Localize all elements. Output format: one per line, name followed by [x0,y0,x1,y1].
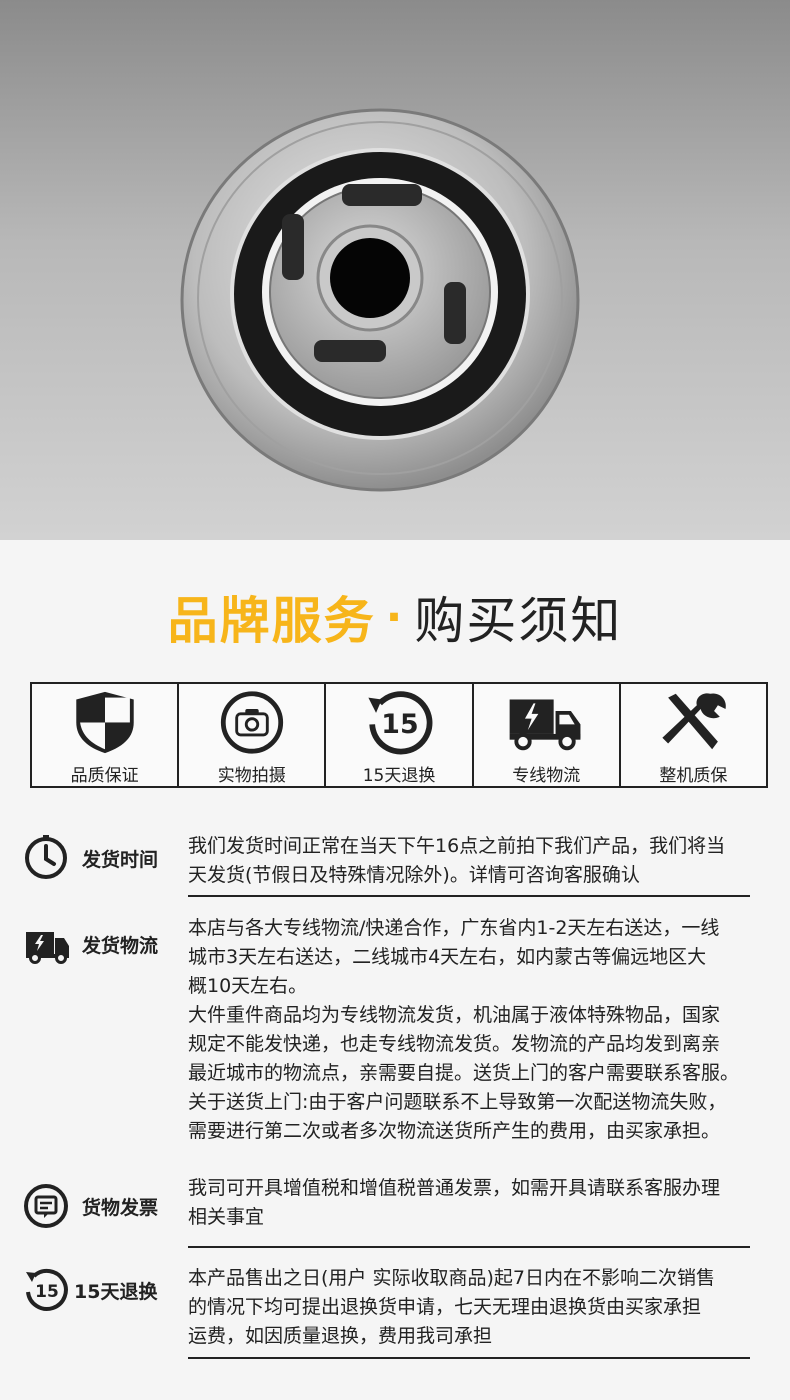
clock-icon [25,835,67,879]
title-normal: 购买须知 [414,592,623,650]
title-separator: · [385,591,405,643]
row-label: 15天退换 [74,1280,158,1303]
service-grid: 品质保证 实物拍摄 15 15天退换 专线物流 整机质保 [30,682,768,788]
row-label: 发货物流 [82,934,159,957]
service-label: 整机质保 [659,766,728,786]
row-text: 我们发货时间正常在当天下午16点之前拍下我们产品，我们将当 天发货(节假日及特殊… [188,832,752,890]
truck-icon [509,699,581,751]
service-quality: 品质保证 [32,684,180,786]
service-photo: 实物拍摄 [179,684,327,786]
text-line: 大件重件商品均为专线物流发货，机油属于液体特殊物品，国家 [188,1004,721,1026]
text-line: 规定不能发快递，也走专线物流发货。发物流的产品均发到离亲 [188,1033,721,1055]
row-divider [188,1357,750,1359]
text-line: 需要进行第二次或者多次物流送货所产生的费用，由买家承担。 [188,1120,721,1142]
product-photo [0,0,790,540]
row-divider [188,1246,750,1248]
text-line: 我们发货时间正常在当天下午16点之前拍下我们产品，我们将当 [188,835,726,857]
text-line: 本店与各大专线物流/快递合作，广东省内1-2天左右送达，一线 [188,917,720,939]
tools-icon [662,693,727,750]
service-label: 实物拍摄 [217,766,286,786]
service-logistics: 专线物流 [474,684,621,786]
invoice-icon [24,1184,68,1228]
shield-icon [75,691,134,754]
service-label: 15天退换 [362,766,436,786]
service-label: 专线物流 [512,766,581,786]
truck-icon [26,932,69,964]
svg-text:15: 15 [381,709,418,740]
text-line: 城市3天左右送达，二线城市4天左右，如内蒙古等偏远地区大 [188,946,707,968]
service-return: 15 15天退换 [326,684,474,786]
row-divider [188,895,750,897]
row-text: 我司可开具增值税和增值税普通发票，如需开具请联系客服办理 相关事宜 [188,1174,752,1232]
text-line: 的情况下均可提出退换货申请，七天无理由退换货由买家承担 [188,1296,702,1318]
row-text: 本店与各大专线物流/快递合作，广东省内1-2天左右送达，一线 城市3天左右送达，… [188,914,752,1146]
text-line: 概10天左右。 [188,975,308,997]
service-warranty: 整机质保 [621,684,766,786]
text-line: 天发货(节假日及特殊情况除外)。详情可咨询客服确认 [188,864,640,886]
title-highlight: 品牌服务 [167,592,376,650]
text-line: 最近城市的物流点，亲需要自提。送货上门的客户需要联系客服。 [188,1062,740,1084]
text-line: 我司可开具增值税和增值税普通发票，如需开具请联系客服办理 [188,1177,721,1199]
row-label: 货物发票 [82,1196,159,1219]
row-label: 发货时间 [82,848,159,871]
section-title: 品牌服务 · 购买须知 [0,582,790,652]
oil-filter-image [180,108,580,492]
text-line: 运费，如因质量退换，费用我司承担 [188,1325,493,1347]
text-line: 关于送货上门:由于客户问题联系不上导致第一次配送物流失败， [188,1091,727,1113]
svg-text:15: 15 [35,1282,59,1302]
text-line: 本产品售出之日(用户 实际收取商品)起7日内在不影响二次销售 [188,1267,715,1289]
15-day-return-icon: 15 [368,691,433,755]
text-line: 相关事宜 [188,1206,265,1228]
service-label: 品质保证 [70,766,139,786]
camera-icon [220,691,283,754]
15-day-return-icon: 15 [26,1268,68,1311]
row-text: 本产品售出之日(用户 实际收取商品)起7日内在不影响二次销售 的情况下均可提出退… [188,1264,752,1351]
